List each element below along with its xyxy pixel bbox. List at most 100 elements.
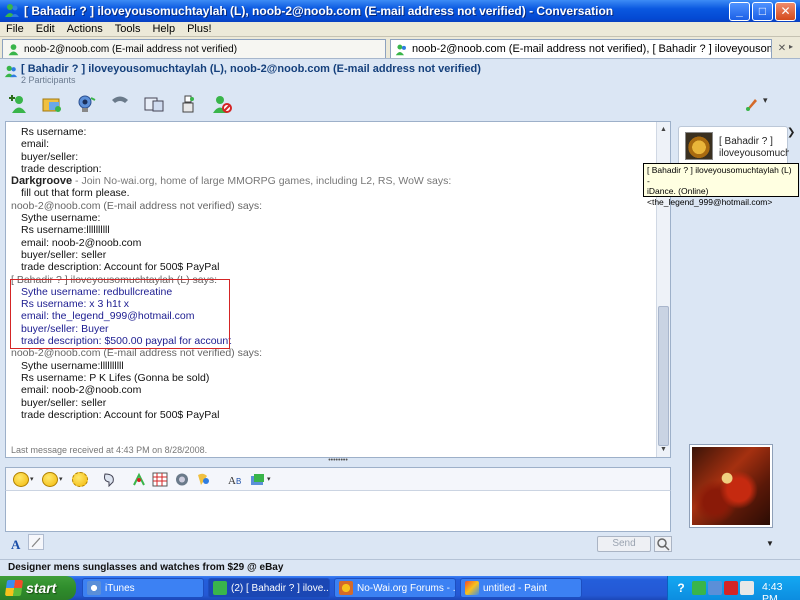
call-button[interactable]	[108, 93, 132, 115]
network-icon[interactable]	[708, 581, 722, 595]
handwriting-button[interactable]	[28, 534, 44, 550]
send-button[interactable]: Send	[597, 536, 651, 552]
start-label: start	[26, 580, 57, 596]
my-display-picture[interactable]	[690, 445, 772, 527]
paintbrush-icon[interactable]	[745, 97, 759, 111]
tab-conversation-2[interactable]: noob-2@noob.com (E-mail address not veri…	[390, 39, 772, 58]
maximize-button[interactable]: □	[752, 1, 773, 21]
tab-conversation-1[interactable]: noob-2@noob.com (E-mail address not veri…	[2, 39, 386, 58]
wink-dropdown-icon[interactable]: ▾	[59, 475, 63, 483]
background-grid-icon[interactable]	[152, 472, 168, 487]
block-button[interactable]	[210, 93, 234, 115]
wink-icon[interactable]	[42, 472, 58, 487]
scroll-thumb[interactable]	[658, 306, 669, 446]
menu-help[interactable]: Help	[146, 23, 181, 35]
contact-avatar[interactable]	[685, 132, 713, 160]
help-icon[interactable]: ?	[674, 581, 688, 595]
sender-name: Darkgroove	[11, 175, 73, 188]
task-label: (2) [ Bahadir ? ] ilove...	[231, 582, 330, 594]
send-file-dropdown-icon[interactable]: ▾	[267, 475, 271, 483]
start-button[interactable]: start	[0, 576, 76, 600]
task-conversation[interactable]: (2) [ Bahadir ? ] ilove...	[208, 578, 330, 598]
message-input[interactable]	[5, 490, 671, 532]
message-list: Rs username: email: buyer/seller: trade des…	[11, 126, 651, 421]
message-line: trade description: Account for 500$ PayP…	[21, 261, 220, 274]
search-icon	[657, 538, 670, 551]
minimize-button[interactable]: _	[729, 1, 750, 21]
invite-button[interactable]	[6, 93, 30, 115]
message-line: Rs username:	[21, 126, 87, 138]
menu-tools[interactable]: Tools	[109, 23, 147, 35]
message-line: trade description:	[21, 162, 102, 175]
system-tray: ? 4:43 PM	[667, 576, 800, 600]
svg-text:B: B	[236, 477, 241, 486]
message-sender: noob-2@noob.com (E-mail address not veri…	[11, 347, 263, 360]
font-icon[interactable]: AB	[228, 472, 244, 487]
windows-logo-icon	[4, 580, 24, 596]
advertisement-bar[interactable]: Designer mens sunglasses and watches fro…	[0, 559, 800, 576]
window-title: [ Bahadir ? ] iloveyousomuchtaylah (L), …	[24, 4, 614, 18]
message-sender: noob-2@noob.com (E-mail address not veri…	[11, 199, 263, 212]
conversation-toolbar: ▾	[0, 87, 800, 121]
send-files-button[interactable]	[40, 93, 64, 115]
ink-icon[interactable]	[131, 472, 147, 487]
compose-toolbar: ▾ ▾ AB ▾	[5, 467, 671, 490]
scroll-down-icon[interactable]: ▼	[659, 445, 668, 454]
conversation-history[interactable]: Rs username: email: buyer/seller: trade des…	[5, 121, 671, 458]
contact-tooltip: [ Bahadir ? ] iloveyousomuchtaylah (L) -…	[643, 163, 799, 207]
message-sender: Darkgroove - Join No-wai.org, home of la…	[11, 175, 651, 187]
task-browser[interactable]: No-Wai.org Forums - ...	[334, 578, 456, 598]
menu-file[interactable]: File	[0, 23, 30, 35]
clock[interactable]: 4:43 PM	[762, 581, 800, 600]
game-piece-icon	[182, 95, 194, 113]
display-picture-dropdown-icon[interactable]: ▼	[766, 539, 774, 548]
send-file-icon[interactable]	[250, 472, 266, 487]
menu-actions[interactable]: Actions	[61, 23, 109, 35]
contact-name: [ Bahadir ? ]	[719, 136, 773, 147]
menu-plus[interactable]: Plus!	[181, 23, 217, 35]
pane-splitter[interactable]: ••••••••	[5, 457, 671, 466]
folder-photo-icon	[42, 98, 61, 112]
task-paint[interactable]: untitled - Paint	[460, 578, 582, 598]
message-line: Rs username: P K Lifes (Gonna be sold)	[21, 371, 210, 384]
block-contact-icon	[213, 96, 232, 113]
games-button[interactable]	[176, 93, 200, 115]
phone-icon	[112, 96, 128, 103]
voice-clip-icon[interactable]	[101, 472, 117, 487]
messenger-tray-icon[interactable]	[692, 581, 706, 595]
emoticon-dropdown-icon[interactable]: ▾	[30, 475, 34, 483]
toolbar-options-icon[interactable]: ▾	[763, 95, 783, 111]
close-button[interactable]: ✕	[775, 1, 796, 21]
security-alert-icon[interactable]	[724, 581, 738, 595]
search-button[interactable]	[654, 536, 672, 552]
tooltip-line: [ Bahadir ? ] iloveyousomuchtaylah (L) -	[647, 165, 792, 186]
activities-button[interactable]	[142, 93, 166, 115]
message-line: trade description: Account for 500$ PayP…	[21, 408, 220, 421]
tab-scroll-icon[interactable]: ▸	[789, 42, 799, 56]
nudge-face-icon[interactable]	[72, 472, 88, 487]
tab-label: noob-2@noob.com (E-mail address not veri…	[412, 43, 772, 55]
contact-pane-scroll-icon[interactable]: ❯	[787, 127, 797, 141]
webcam-icon	[78, 95, 96, 112]
menu-edit[interactable]: Edit	[30, 23, 61, 35]
title-bar[interactable]: [ Bahadir ? ] iloveyousomuchtaylah (L), …	[0, 0, 800, 22]
message-line: buyer/seller:	[21, 150, 79, 163]
buddy-icon	[395, 44, 406, 55]
webcam-button[interactable]	[74, 93, 98, 115]
volume-icon[interactable]	[740, 581, 754, 595]
emoticon-icon[interactable]	[13, 472, 29, 487]
conversation-header: [ Bahadir ? ] iloveyousomuchtaylah (L), …	[0, 59, 800, 87]
message-line: Sythe username:llllllllll	[21, 359, 124, 372]
buddy-icon	[8, 43, 19, 55]
tab-close-icon[interactable]: ✕	[775, 42, 789, 56]
highlight-box	[10, 279, 230, 349]
scroll-up-icon[interactable]: ▲	[659, 125, 668, 134]
nudge-icon[interactable]	[174, 472, 190, 487]
task-itunes[interactable]: iTunes	[82, 578, 204, 598]
font-style-button[interactable]: A	[11, 537, 20, 553]
invite-contact-icon	[9, 95, 26, 113]
ad-text[interactable]: Designer mens sunglasses and watches fro…	[8, 562, 283, 573]
message-line: email: noob-2@noob.com	[21, 384, 142, 397]
winks-icon[interactable]	[195, 472, 211, 487]
contact-card[interactable]: [ Bahadir ? ] iloveyousomucht	[678, 126, 789, 166]
